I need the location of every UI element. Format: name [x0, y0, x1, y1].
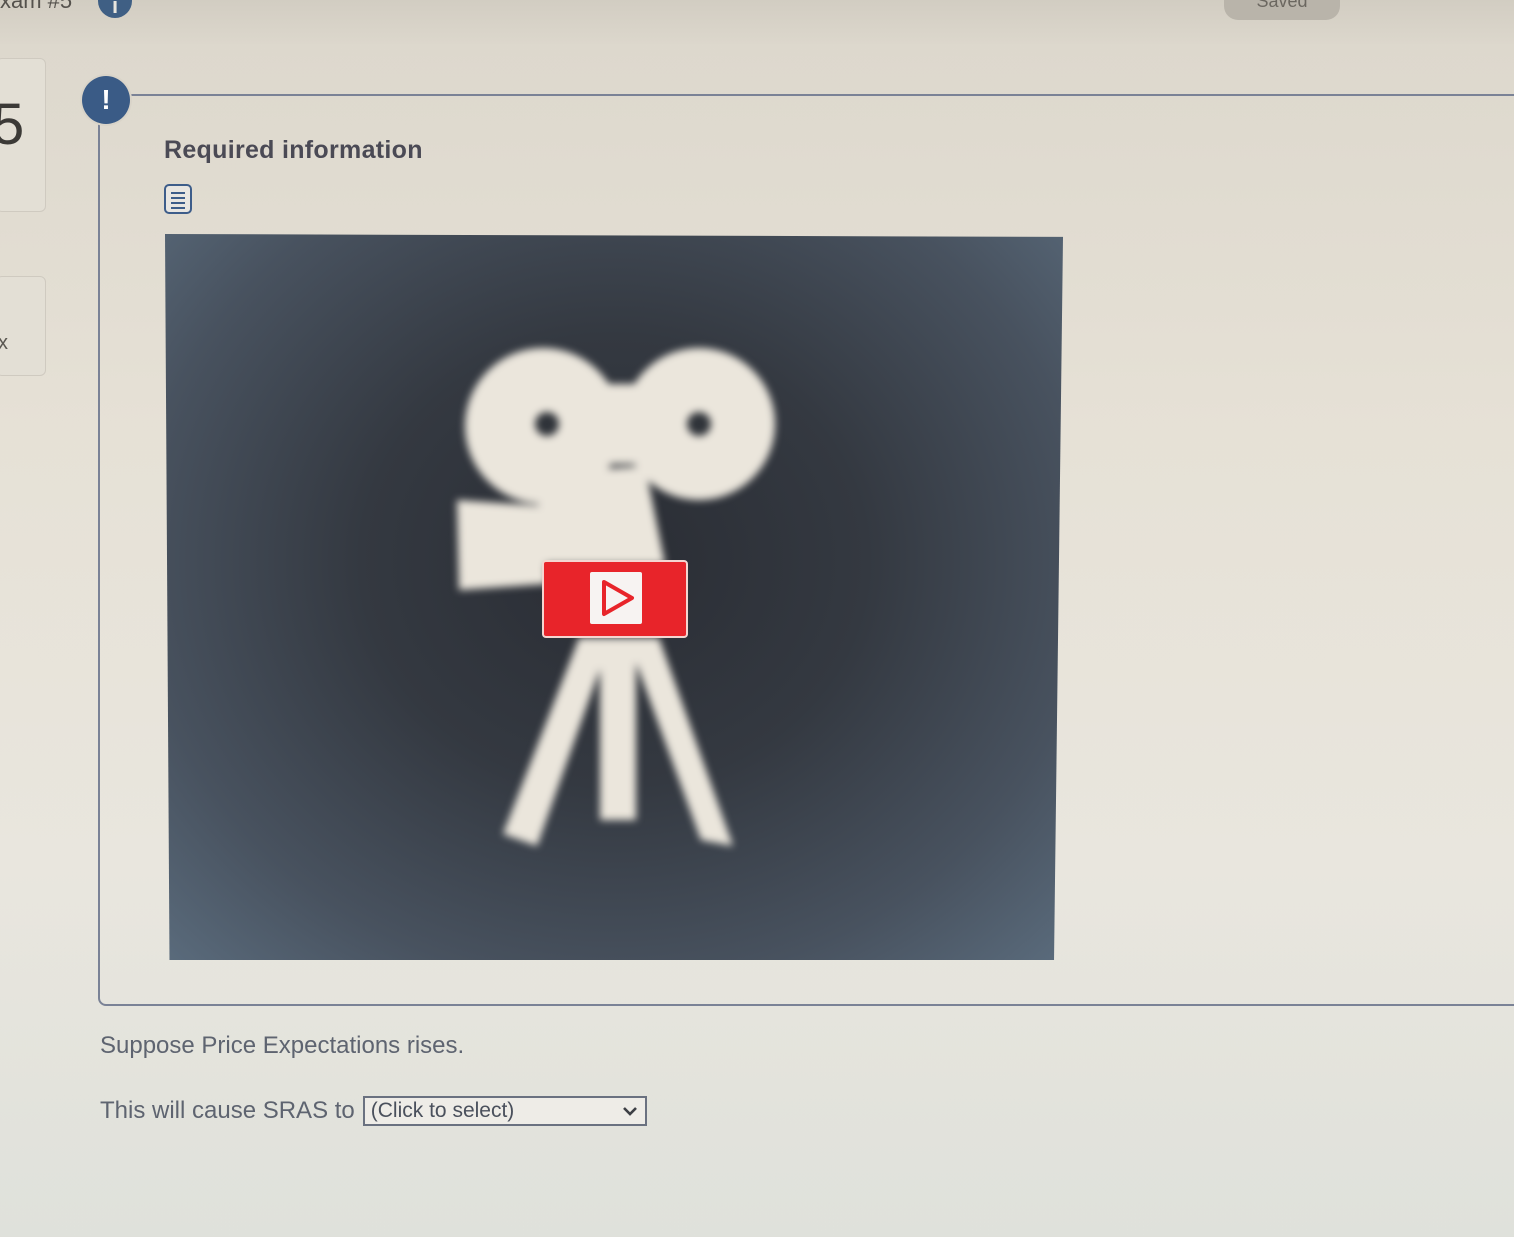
saved-status-badge: Saved	[1224, 0, 1340, 20]
info-icon[interactable]: i	[98, 0, 132, 18]
question-number: 5	[0, 92, 25, 157]
question-nav-mark: x	[0, 332, 8, 354]
top-bar: xam #5 i Saved	[0, 0, 1514, 44]
exam-title: xam #5	[0, 0, 73, 13]
document-icon[interactable]	[164, 184, 192, 214]
answer-row: This will cause SRAS to (Click to select…	[100, 1094, 647, 1128]
play-icon	[590, 572, 642, 624]
question-nav-item[interactable]	[0, 276, 46, 376]
required-information-title: Required information	[164, 136, 423, 164]
chevron-down-icon	[622, 1107, 637, 1116]
answer-prefix: This will cause SRAS to	[100, 1097, 355, 1124]
question-prompt: Suppose Price Expectations rises.	[100, 1032, 465, 1059]
sras-direction-select[interactable]: (Click to select)	[362, 1096, 647, 1126]
select-value: (Click to select)	[370, 1099, 515, 1122]
video-player[interactable]	[165, 234, 1063, 960]
play-button[interactable]	[542, 560, 688, 638]
alert-icon: !	[82, 76, 130, 124]
